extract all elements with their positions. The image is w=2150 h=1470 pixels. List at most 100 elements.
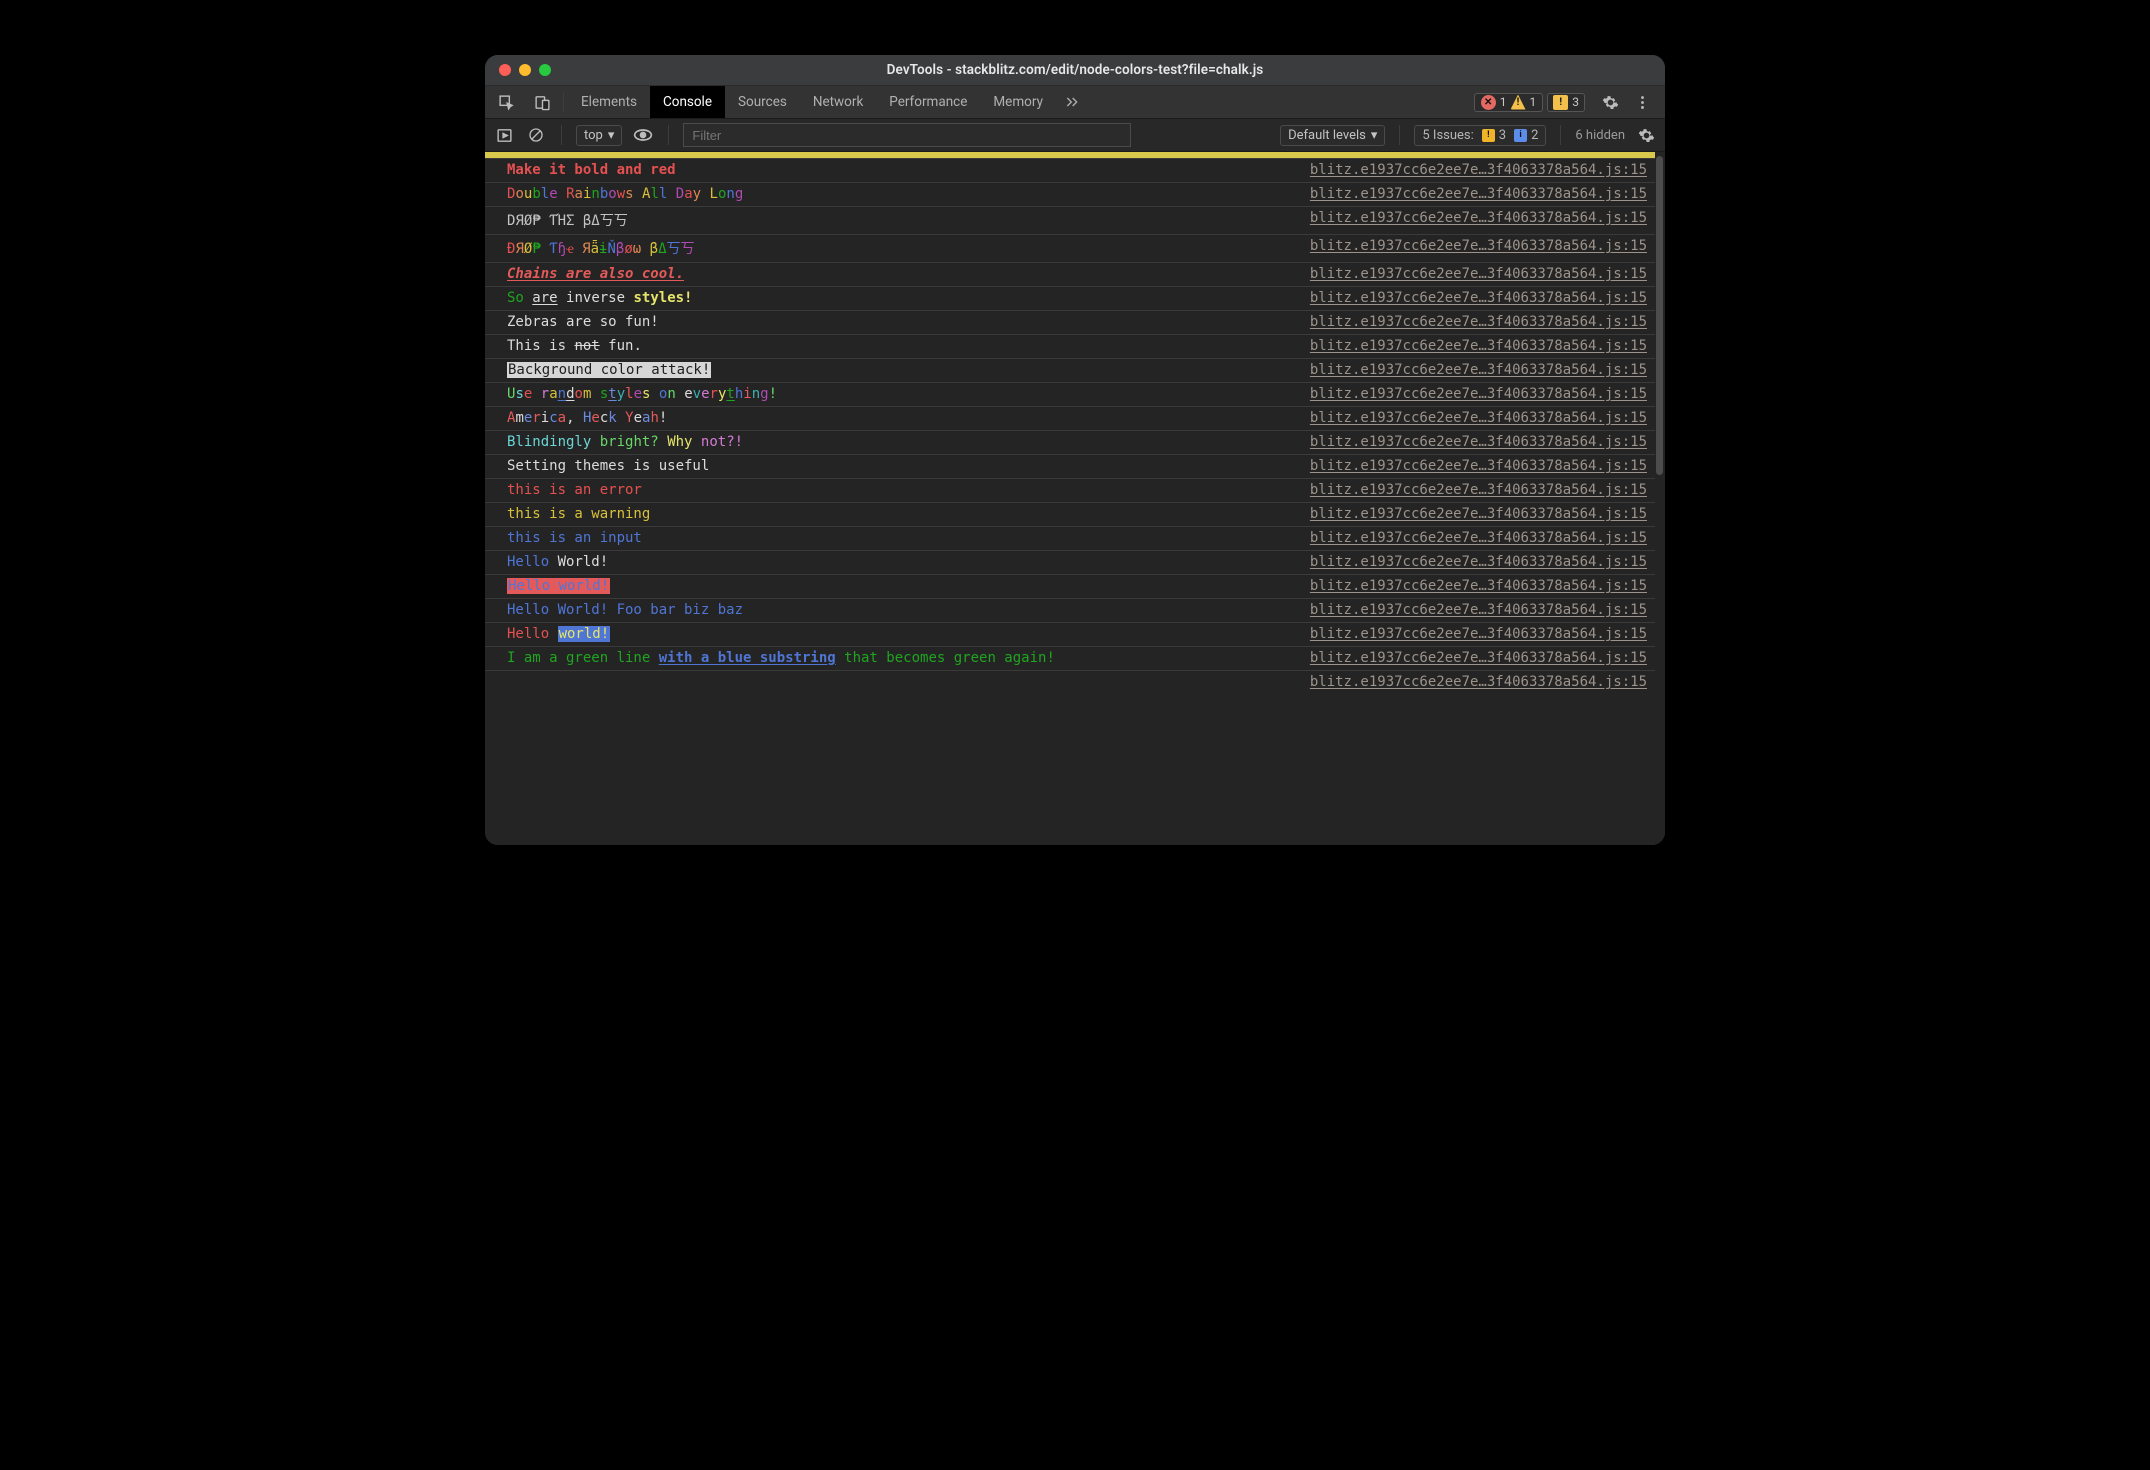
warning-count: 1 <box>1530 95 1537 109</box>
console-row: Blindingly bright? Why not?!blitz.e1937c… <box>485 431 1655 455</box>
warning-icon: ! <box>1511 95 1526 110</box>
console-message: Chains are also cool. <box>507 266 1300 282</box>
source-link[interactable]: blitz.e1937cc6e2ee7e…3f4063378a564.js:15 <box>1300 186 1647 202</box>
settings-icon[interactable] <box>1599 91 1621 113</box>
issues-badge[interactable]: !3 <box>1547 93 1585 112</box>
source-link[interactable]: blitz.e1937cc6e2ee7e…3f4063378a564.js:15 <box>1300 602 1647 618</box>
console-row: Setting themes is usefulblitz.e1937cc6e2… <box>485 455 1655 479</box>
source-link[interactable]: blitz.e1937cc6e2ee7e…3f4063378a564.js:15 <box>1300 554 1647 570</box>
console-settings-icon[interactable] <box>1635 124 1657 146</box>
source-link[interactable]: blitz.e1937cc6e2ee7e…3f4063378a564.js:15 <box>1300 386 1647 402</box>
source-link[interactable]: blitz.e1937cc6e2ee7e…3f4063378a564.js:15 <box>1300 626 1647 642</box>
console-message: Blindingly bright? Why not?! <box>507 434 1300 450</box>
main-toolbar: Elements Console Sources Network Perform… <box>485 86 1665 119</box>
source-link[interactable]: blitz.e1937cc6e2ee7e…3f4063378a564.js:15 <box>1300 578 1647 594</box>
source-link[interactable]: blitz.e1937cc6e2ee7e…3f4063378a564.js:15 <box>1300 338 1647 354</box>
console-message: America, Heck Yeah! <box>507 410 1300 426</box>
devtools-window: DevTools - stackblitz.com/edit/node-colo… <box>485 55 1665 845</box>
source-link[interactable]: blitz.e1937cc6e2ee7e…3f4063378a564.js:15 <box>1300 482 1647 498</box>
inspect-element-icon[interactable] <box>495 91 517 113</box>
error-count: 1 <box>1500 95 1507 109</box>
console-message: I am a green line with a blue substring … <box>507 650 1300 666</box>
source-link[interactable]: blitz.e1937cc6e2ee7e…3f4063378a564.js:15 <box>1300 434 1647 450</box>
console-row: Hello World!blitz.e1937cc6e2ee7e…3f40633… <box>485 551 1655 575</box>
source-link[interactable]: blitz.e1937cc6e2ee7e…3f4063378a564.js:15 <box>1300 362 1647 378</box>
source-link[interactable]: blitz.e1937cc6e2ee7e…3f4063378a564.js:15 <box>1300 162 1647 178</box>
hidden-count[interactable]: 6 hidden <box>1575 128 1625 143</box>
errors-warnings-badge[interactable]: ✕1 !1 <box>1474 93 1544 112</box>
tab-performance[interactable]: Performance <box>876 86 980 118</box>
context-selector[interactable]: top▾ <box>576 125 622 146</box>
maximize-window-button[interactable] <box>539 64 551 76</box>
source-link[interactable]: blitz.e1937cc6e2ee7e…3f4063378a564.js:15 <box>1300 314 1647 330</box>
issues-icon: ! <box>1553 95 1568 110</box>
issues-count: 3 <box>1572 95 1579 109</box>
levels-label: Default levels <box>1288 128 1366 143</box>
tab-console[interactable]: Console <box>650 86 725 118</box>
source-link[interactable]: blitz.e1937cc6e2ee7e…3f4063378a564.js:15 <box>1300 458 1647 474</box>
console-panel: Make it bold and redblitz.e1937cc6e2ee7e… <box>485 152 1665 845</box>
tab-elements[interactable]: Elements <box>568 86 650 118</box>
issue-info-count: 2 <box>1531 128 1538 143</box>
console-row: DЯØ₱ ƬΉΣ βΔ丂丂blitz.e1937cc6e2ee7e…3f4063… <box>485 207 1655 235</box>
console-row: Hello world!blitz.e1937cc6e2ee7e…3f40633… <box>485 623 1655 647</box>
issues-summary[interactable]: 5 Issues: !3 i2 <box>1414 125 1546 146</box>
source-link[interactable]: blitz.e1937cc6e2ee7e…3f4063378a564.js:15 <box>1300 266 1647 282</box>
console-message: ÐЯØ₱ Ƭɧҽ ЯǟɨŇβøω βΔ丂丂 <box>507 238 1300 258</box>
tab-network[interactable]: Network <box>800 86 876 118</box>
panel-tabs: Elements Console Sources Network Perform… <box>568 86 1088 118</box>
console-message: Background color attack! <box>507 362 1300 378</box>
source-link[interactable]: blitz.e1937cc6e2ee7e…3f4063378a564.js:15 <box>1300 238 1647 254</box>
console-message: Hello World! <box>507 554 1300 570</box>
clear-console-icon[interactable] <box>525 124 547 146</box>
context-label: top <box>584 128 603 143</box>
chevron-down-icon: ▾ <box>1371 128 1378 143</box>
console-row: America, Heck Yeah!blitz.e1937cc6e2ee7e…… <box>485 407 1655 431</box>
source-link[interactable]: blitz.e1937cc6e2ee7e…3f4063378a564.js:15 <box>1300 210 1647 226</box>
source-link[interactable]: blitz.e1937cc6e2ee7e…3f4063378a564.js:15 <box>1300 506 1647 522</box>
device-toolbar-icon[interactable] <box>531 91 553 113</box>
console-row: Use random styles on everything!blitz.e1… <box>485 383 1655 407</box>
live-expression-icon[interactable] <box>632 124 654 146</box>
console-message: Make it bold and red <box>507 162 1300 178</box>
console-message: this is an error <box>507 482 1300 498</box>
tab-sources[interactable]: Sources <box>725 86 800 118</box>
console-row: ÐЯØ₱ Ƭɧҽ ЯǟɨŇβøω βΔ丂丂blitz.e1937cc6e2ee7… <box>485 235 1655 263</box>
tab-memory[interactable]: Memory <box>980 86 1056 118</box>
console-row: Chains are also cool.blitz.e1937cc6e2ee7… <box>485 263 1655 287</box>
console-message: Zebras are so fun! <box>507 314 1300 330</box>
minimize-window-button[interactable] <box>519 64 531 76</box>
kebab-menu-icon[interactable] <box>1631 91 1653 113</box>
console-entries: Make it bold and redblitz.e1937cc6e2ee7e… <box>485 159 1655 694</box>
toggle-sidebar-icon[interactable] <box>493 124 515 146</box>
console-message: Double Rainbows All Day Long <box>507 186 1300 202</box>
window-title: DevTools - stackblitz.com/edit/node-colo… <box>485 62 1665 78</box>
log-levels-selector[interactable]: Default levels ▾ <box>1280 125 1385 146</box>
console-row: Background color attack!blitz.e1937cc6e2… <box>485 359 1655 383</box>
issue-info-icon: i <box>1514 129 1527 142</box>
console-row: blitz.e1937cc6e2ee7e…3f4063378a564.js:15 <box>485 671 1655 694</box>
issue-warn-count: 3 <box>1499 128 1506 143</box>
source-link[interactable]: blitz.e1937cc6e2ee7e…3f4063378a564.js:15 <box>1300 290 1647 306</box>
source-link[interactable]: blitz.e1937cc6e2ee7e…3f4063378a564.js:15 <box>1300 410 1647 426</box>
console-row: Make it bold and redblitz.e1937cc6e2ee7e… <box>485 159 1655 183</box>
console-row: Zebras are so fun!blitz.e1937cc6e2ee7e…3… <box>485 311 1655 335</box>
filter-input[interactable] <box>683 123 1131 147</box>
console-message: Use random styles on everything! <box>507 386 1300 402</box>
console-row: This is not fun.blitz.e1937cc6e2ee7e…3f4… <box>485 335 1655 359</box>
scrollbar-thumb[interactable] <box>1656 156 1663 475</box>
source-link[interactable]: blitz.e1937cc6e2ee7e…3f4063378a564.js:15 <box>1300 530 1647 546</box>
status-badges: ✕1 !1 !3 <box>1466 86 1593 118</box>
source-link[interactable]: blitz.e1937cc6e2ee7e…3f4063378a564.js:15 <box>1300 650 1647 666</box>
console-message: this is an input <box>507 530 1300 546</box>
more-tabs-button[interactable] <box>1056 86 1088 118</box>
console-message: Hello World! Foo bar biz baz <box>507 602 1300 618</box>
collapsed-group-indicator[interactable] <box>485 152 1655 159</box>
console-message: Setting themes is useful <box>507 458 1300 474</box>
source-link[interactable]: blitz.e1937cc6e2ee7e…3f4063378a564.js:15 <box>1300 674 1647 690</box>
console-message: Hello world! <box>507 578 1300 594</box>
close-window-button[interactable] <box>499 64 511 76</box>
issues-summary-label: 5 Issues: <box>1422 128 1473 143</box>
console-message <box>507 674 1300 690</box>
console-message: this is a warning <box>507 506 1300 522</box>
